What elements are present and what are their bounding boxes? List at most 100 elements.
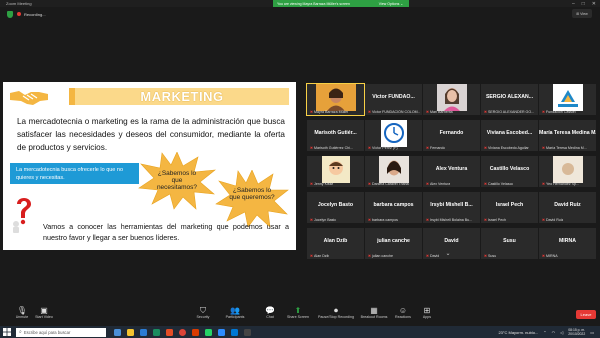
participant-tile[interactable]: Israel Pech ✖ Israel Pech bbox=[481, 192, 538, 223]
participant-label-text: Irsybi Mishell Bolaina Bu... bbox=[430, 218, 473, 222]
participant-label-text: Viviana Escobedo Aguilar bbox=[488, 146, 529, 150]
participant-photo bbox=[321, 156, 350, 183]
view-toggle-button[interactable]: ⊞ View bbox=[572, 9, 592, 18]
zoom-icon[interactable] bbox=[218, 328, 225, 336]
participant-label: ✖ barbara campos bbox=[368, 218, 398, 222]
slide-bottom-text: Vamos a conocer las herramientas del mar… bbox=[43, 222, 289, 242]
weather-label[interactable]: 23°C Mayorm. nublo... bbox=[498, 330, 538, 335]
participant-label-text: barbara campos bbox=[372, 218, 398, 222]
task-view-icon[interactable] bbox=[114, 328, 121, 336]
burst-text-1: ¿Sabemos lo que necesitamos? bbox=[156, 170, 198, 191]
participant-name: Alan Dzib bbox=[323, 238, 348, 244]
view-options-button[interactable]: View Options ⌄ bbox=[373, 0, 409, 7]
participant-tile[interactable]: MIRNA ✖ MIRNA bbox=[539, 228, 596, 259]
security-shield-icon[interactable] bbox=[7, 10, 13, 18]
close-icon[interactable]: ✕ bbox=[592, 1, 596, 7]
participant-name: Alex Ventura bbox=[435, 166, 468, 172]
participant-label-text: julian canche bbox=[372, 254, 393, 258]
participant-label-text: Daniela Caravel Triana bbox=[372, 182, 409, 186]
maximize-icon[interactable]: □ bbox=[582, 1, 585, 7]
participant-tile[interactable]: María Teresa Medina M... ✖ María Teresa Me… bbox=[539, 120, 596, 151]
file-explorer-icon[interactable] bbox=[127, 328, 134, 336]
notifications-icon[interactable]: ▭ bbox=[590, 330, 594, 335]
participant-tile[interactable]: David Ruiz ✖ David Ruiz bbox=[539, 192, 596, 223]
mail-icon[interactable] bbox=[231, 328, 238, 336]
mic-muted-icon: ✖ bbox=[310, 110, 314, 114]
participant-tile[interactable]: Viviana Escobed... ✖ Viviana Escobedo Agui… bbox=[481, 120, 538, 151]
participant-tile[interactable]: Alan Dzib ✖ Alan Dzib bbox=[307, 228, 364, 259]
mic-muted-icon: ✖ bbox=[426, 182, 430, 186]
word-icon[interactable] bbox=[140, 328, 147, 336]
participant-tile[interactable]: ✖ Jenny Kisse bbox=[307, 156, 364, 187]
slide-title: MARKETING bbox=[140, 89, 224, 104]
clock[interactable]: 08:15 p. m. 20/10/2022 bbox=[568, 328, 585, 337]
next-page-arrow[interactable]: ⌄ bbox=[440, 249, 456, 257]
participant-tile[interactable]: ✖ Mayra Barraza Müller bbox=[306, 83, 365, 116]
breakout-icon: ▦ bbox=[370, 306, 378, 315]
participant-tile[interactable]: ✖ Yeo Hernández Sp... bbox=[539, 156, 596, 187]
participant-tile[interactable]: julian canche ✖ julian canche bbox=[365, 228, 422, 259]
participant-tile[interactable]: SERGIO ALEXAN... ✖ SERGIO ALEXANDER GO... bbox=[481, 84, 538, 115]
minimize-icon[interactable]: – bbox=[572, 1, 575, 7]
toolbar-apps-button[interactable]: ⊞ Apps bbox=[407, 306, 447, 319]
participant-tile[interactable]: Castillo Velasco ✖ Castillo Velasco bbox=[481, 156, 538, 187]
participant-tile[interactable]: ✖ Mari Barberita bbox=[423, 84, 480, 115]
mic-muted-icon: ✖ bbox=[310, 146, 314, 150]
meeting-top-bar: Recording... ⊞ View bbox=[0, 8, 600, 20]
participant-label-text: Fernando bbox=[430, 146, 446, 150]
record-dot-icon bbox=[17, 12, 21, 16]
participant-label-text: Victor FUNDACIÓN COLOM... bbox=[372, 110, 420, 114]
participant-tile[interactable]: ✖ Daniela Caravel Triana bbox=[365, 156, 422, 187]
participant-label: ✖ Israel Pech bbox=[484, 218, 506, 222]
chrome-icon[interactable] bbox=[179, 328, 186, 336]
participant-label: ✖ SERGIO ALEXANDER GO... bbox=[484, 110, 534, 114]
mic-muted-icon: ✖ bbox=[310, 218, 314, 222]
participant-name: Fernando bbox=[439, 130, 464, 136]
participant-tile[interactable]: Fernando ✖ Fernando bbox=[423, 120, 480, 151]
mic-muted-icon: ✖ bbox=[310, 182, 314, 186]
toolbar-share-screen-button[interactable]: ⬆ Share Screen bbox=[278, 306, 318, 319]
wifi-icon[interactable]: ◠ bbox=[552, 330, 556, 335]
participant-tile[interactable]: Susu ✖ Susu bbox=[481, 228, 538, 259]
mic-muted-icon: ✖ bbox=[542, 146, 546, 150]
participant-tile[interactable]: Alex Ventura ✖ Alex Ventura bbox=[423, 156, 480, 187]
recording-indicator[interactable]: Recording... bbox=[17, 12, 46, 17]
toolbar-record-button[interactable]: ⏺ Pause/Stop Recording bbox=[316, 306, 356, 320]
edge-icon[interactable] bbox=[153, 328, 160, 336]
participant-name: David bbox=[444, 238, 459, 244]
taskbar-search[interactable]: ⌕ Escribe aquí para buscar bbox=[16, 327, 106, 337]
participant-tile[interactable]: Victor FUNDAO... ✖ Victor FUNDACIÓN COLOM.… bbox=[365, 84, 422, 115]
participant-label-text: Víctor Pérez (P) bbox=[372, 146, 398, 150]
leave-button[interactable]: Leave bbox=[576, 310, 596, 319]
chevron-up-icon[interactable]: ⌃ bbox=[543, 330, 546, 335]
volume-icon[interactable]: ◁ bbox=[560, 330, 563, 335]
mic-muted-icon: ✖ bbox=[310, 254, 314, 258]
mic-muted-icon: ✖ bbox=[368, 182, 372, 186]
office-icon[interactable] bbox=[192, 328, 199, 336]
participant-label-text: Mari Barberita bbox=[430, 110, 453, 114]
powerpoint-icon[interactable] bbox=[166, 328, 173, 336]
toolbar-participants-button[interactable]: 👥 Participants bbox=[215, 306, 255, 319]
participant-tile[interactable]: ✖ Víctor Pérez (P) bbox=[365, 120, 422, 151]
participant-tile[interactable]: Marisoth Gutiér... ✖ Marisoth Gutiérrez Ch… bbox=[307, 120, 364, 151]
mic-muted-icon: ✖ bbox=[426, 146, 430, 150]
toolbar-video-off-button[interactable]: ▣ Start Video bbox=[24, 306, 64, 319]
participant-tile[interactable]: barbara campos ✖ barbara campos bbox=[365, 192, 422, 223]
system-tray: 23°C Mayorm. nublo... ⌃ ◠ ◁ 08:15 p. m. … bbox=[498, 326, 594, 338]
zoom-window: Zoom Meeting You are viewing Mayra Barra… bbox=[0, 0, 600, 338]
participant-tile[interactable]: Irsybi Mishell B... ✖ Irsybi Mishell Bolai… bbox=[423, 192, 480, 223]
participant-label-text: Yeo Hernández Sp... bbox=[546, 182, 580, 186]
participant-tile[interactable]: Jocelyn Basto ✖ Jocelyn Basto bbox=[307, 192, 364, 223]
windows-start-icon[interactable] bbox=[0, 326, 14, 338]
participant-name: Marisoth Gutiér... bbox=[314, 130, 357, 136]
toolbar-label: Participants bbox=[225, 315, 245, 319]
participant-name: SERGIO ALEXAN... bbox=[485, 94, 534, 100]
participant-tile[interactable]: ✖ Fundación Cassiel bbox=[539, 84, 596, 115]
participant-label-text: Israel Pech bbox=[488, 218, 506, 222]
participant-photo bbox=[552, 84, 583, 111]
whatsapp-icon[interactable] bbox=[205, 328, 212, 336]
participant-label: ✖ Víctor Pérez (P) bbox=[368, 146, 398, 150]
slide-blue-box: La mercadotecnia busca ofrecerle lo que … bbox=[10, 163, 139, 184]
media-icon[interactable] bbox=[244, 328, 251, 336]
video-off-icon: ▣ bbox=[40, 306, 48, 315]
